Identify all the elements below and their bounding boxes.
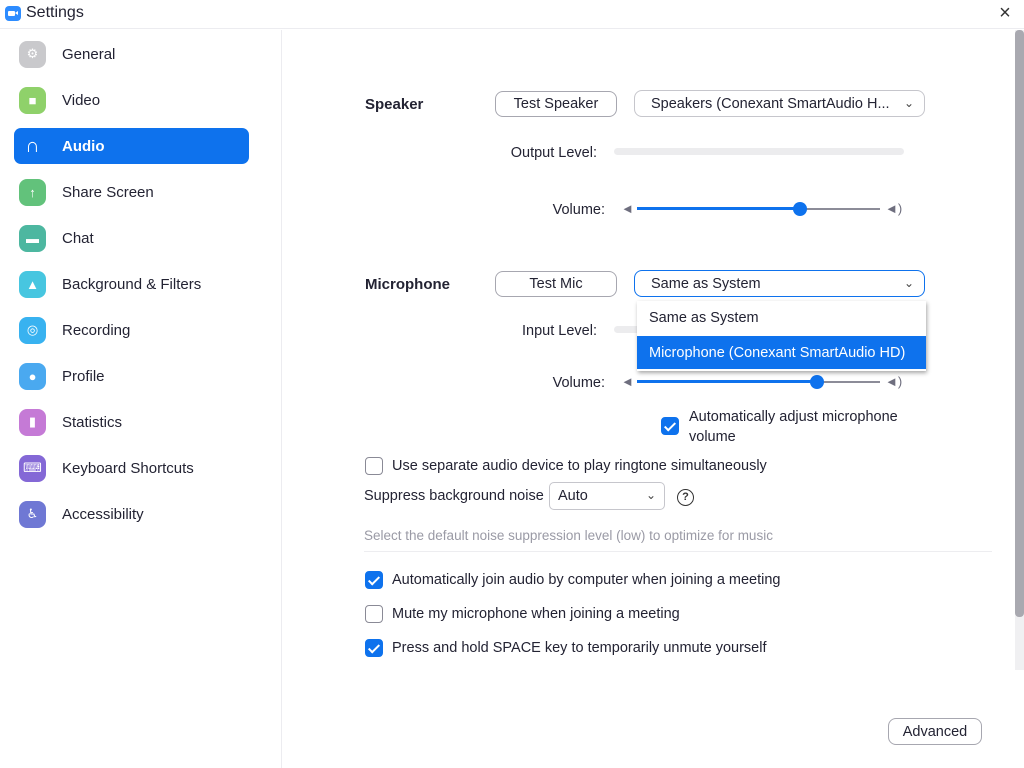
speaker-volume-label: Volume: <box>552 202 605 218</box>
sidebar-item-general[interactable]: ⚙ General <box>14 36 249 72</box>
sidebar-item-keyboard-shortcuts[interactable]: ⌨ Keyboard Shortcuts <box>14 450 249 486</box>
output-level-label: Output Level: <box>510 145 597 161</box>
dropdown-option[interactable]: Microphone (Conexant SmartAudio HD) <box>637 336 926 369</box>
sidebar-item-label: Chat <box>62 229 94 247</box>
speaker-section-label: Speaker <box>365 96 424 113</box>
sidebar-item-label: Background & Filters <box>62 275 202 293</box>
sidebar-item-label: Accessibility <box>62 505 144 523</box>
microphone-dropdown-list: Same as System Microphone (Conexant Smar… <box>637 301 926 371</box>
noise-suppression-hint: Select the default noise suppression lev… <box>364 528 773 543</box>
sidebar-item-audio[interactable]: ∩ Audio <box>14 128 249 164</box>
volume-low-icon: ◄ <box>621 374 634 389</box>
chevron-down-icon: ⌄ <box>903 276 914 290</box>
mute-on-join-checkbox[interactable] <box>365 605 383 623</box>
test-mic-button[interactable]: Test Mic <box>495 271 617 297</box>
help-icon[interactable]: ? <box>677 489 694 506</box>
input-level-label: Input Level: <box>522 323 597 339</box>
gear-icon: ⚙ <box>19 40 46 68</box>
accessibility-icon: ♿ <box>19 500 46 528</box>
suppress-noise-select[interactable]: Auto ⌄ <box>549 482 665 510</box>
sidebar-item-statistics[interactable]: ▮ Statistics <box>14 404 249 440</box>
window-title: Settings <box>26 4 84 21</box>
background-icon: ▲ <box>19 270 46 298</box>
sidebar-item-label: Video <box>62 91 101 109</box>
auto-join-audio-label: Automatically join audio by computer whe… <box>392 572 781 588</box>
sidebar-item-label: Profile <box>62 367 105 385</box>
sidebar-item-share-screen[interactable]: ↑ Share Screen <box>14 174 249 210</box>
chat-icon: ▬ <box>19 224 46 252</box>
sidebar-item-label: Keyboard Shortcuts <box>62 459 194 477</box>
speaker-volume-slider[interactable] <box>637 199 880 219</box>
audio-settings-panel: Speaker Test Speaker Speakers (Conexant … <box>283 30 1013 768</box>
slider-fill <box>637 380 817 383</box>
sidebar-item-label: Statistics <box>62 413 123 431</box>
separate-ringtone-checkbox[interactable] <box>365 457 383 475</box>
section-divider <box>364 551 992 552</box>
share-screen-icon: ↑ <box>19 178 46 206</box>
sidebar-item-accessibility[interactable]: ♿ Accessibility <box>14 496 249 532</box>
keyboard-icon: ⌨ <box>19 454 46 482</box>
sidebar-item-label: Share Screen <box>62 183 154 201</box>
microphone-section-label: Microphone <box>365 276 450 293</box>
space-unmute-label: Press and hold SPACE key to temporarily … <box>392 640 767 656</box>
headphones-icon: ∩ <box>25 134 40 157</box>
profile-icon: ● <box>19 362 46 390</box>
sidebar-item-background-filters[interactable]: ▲ Background & Filters <box>14 266 249 302</box>
test-speaker-button[interactable]: Test Speaker <box>495 91 617 117</box>
vertical-scrollbar[interactable] <box>1015 30 1024 670</box>
microphone-volume-label: Volume: <box>552 375 605 391</box>
sidebar-item-label: General <box>62 45 116 63</box>
dropdown-option[interactable]: Same as System <box>637 301 926 334</box>
microphone-device-select[interactable]: Same as System ⌄ <box>634 270 925 297</box>
separate-ringtone-label: Use separate audio device to play ringto… <box>392 458 767 474</box>
statistics-icon: ▮ <box>19 408 46 436</box>
auto-adjust-mic-checkbox[interactable] <box>661 417 679 435</box>
mute-on-join-label: Mute my microphone when joining a meetin… <box>392 606 680 622</box>
sidebar-item-chat[interactable]: ▬ Chat <box>14 220 249 256</box>
sidebar-item-video[interactable]: ■ Video <box>14 82 249 118</box>
sidebar: ⚙ General ■ Video ∩ Audio ↑ Share Screen ▬ Chat ▲ B… <box>0 30 282 768</box>
microphone-volume-slider[interactable] <box>637 372 880 392</box>
chevron-down-icon: ⌄ <box>645 488 656 502</box>
speaker-device-select[interactable]: Speakers (Conexant SmartAudio H... ⌄ <box>634 90 925 117</box>
output-level-meter <box>614 148 904 155</box>
chevron-down-icon: ⌄ <box>903 96 914 110</box>
slider-thumb[interactable] <box>792 202 807 216</box>
microphone-device-value: Same as System <box>651 275 761 292</box>
speaker-device-value: Speakers (Conexant SmartAudio H... <box>651 95 890 112</box>
sidebar-item-label: Recording <box>62 321 131 339</box>
suppress-noise-value: Auto <box>558 488 588 504</box>
recording-icon: ◎ <box>19 316 46 344</box>
title-bar: Settings × <box>0 0 1024 29</box>
scrollbar-thumb[interactable] <box>1015 30 1024 617</box>
slider-thumb[interactable] <box>809 375 824 389</box>
advanced-button[interactable]: Advanced <box>888 718 982 745</box>
sidebar-item-recording[interactable]: ◎ Recording <box>14 312 249 348</box>
space-unmute-checkbox[interactable] <box>365 639 383 657</box>
sidebar-item-label: Audio <box>62 137 105 155</box>
auto-adjust-mic-label-cont: volume <box>689 429 736 445</box>
zoom-app-icon <box>5 6 21 21</box>
sidebar-item-profile[interactable]: ● Profile <box>14 358 249 394</box>
auto-join-audio-checkbox[interactable] <box>365 571 383 589</box>
volume-high-icon: ◄) <box>885 374 903 389</box>
video-camera-icon: ■ <box>19 86 46 114</box>
volume-low-icon: ◄ <box>621 201 634 216</box>
close-button[interactable]: × <box>994 3 1016 25</box>
suppress-noise-label: Suppress background noise <box>364 488 544 504</box>
slider-fill <box>637 207 800 210</box>
volume-high-icon: ◄) <box>885 201 903 216</box>
auto-adjust-mic-label: Automatically adjust microphone <box>689 409 898 425</box>
